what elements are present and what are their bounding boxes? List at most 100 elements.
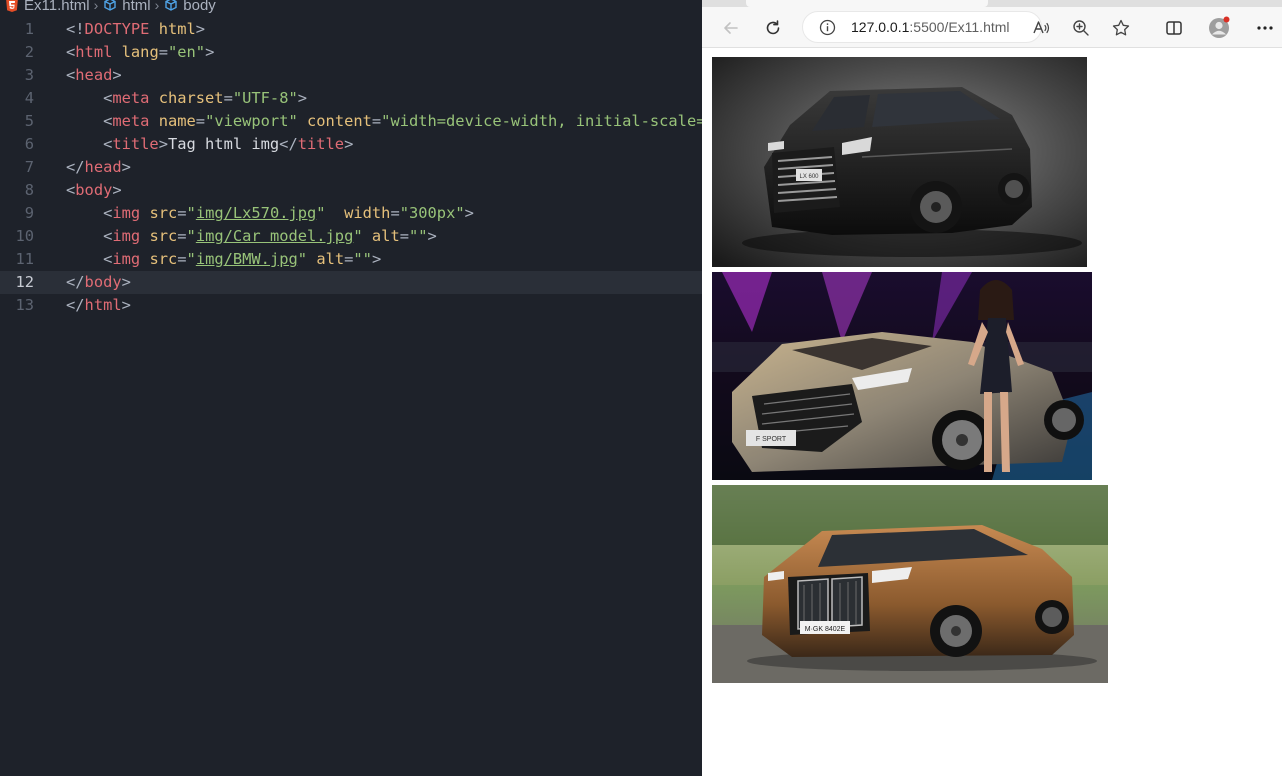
code-line[interactable]: 10 <img src="img/Car model.jpg" alt=""> (0, 225, 702, 248)
code-token: title (112, 135, 159, 153)
code-line[interactable]: 7 </head> (0, 156, 702, 179)
code-token: head (75, 66, 113, 84)
code-line[interactable]: 2 <html lang="en"> (0, 41, 702, 64)
code-token: </ (279, 135, 298, 153)
lexus-rx-photo: F SPORT (712, 272, 1092, 480)
code-token: > (195, 20, 206, 38)
code-token: src (149, 250, 178, 268)
code-token: alt (316, 250, 345, 268)
code-token: > (121, 273, 131, 291)
favorite-button[interactable] (1108, 15, 1134, 41)
line-source: <html lang="en"> (66, 41, 214, 64)
browser-toolbar: 127.0.0.1:5500/Ex11.html (702, 7, 1282, 48)
code-token: > (205, 43, 215, 61)
code-token: <! (66, 20, 85, 38)
code-line[interactable]: 11 <img src="img/BMW.jpg" alt=""> (0, 248, 702, 271)
more-icon (1257, 26, 1273, 30)
code-token: </ (66, 273, 85, 291)
code-token: "" (353, 250, 372, 268)
active-tab[interactable] (746, 0, 988, 7)
code-editor[interactable]: Ex11.html › html › body 1 <!DOCTYPE html>… (0, 0, 702, 776)
line-number: 11 (15, 250, 34, 268)
code-line[interactable]: 8 <body> (0, 179, 702, 202)
code-line[interactable]: 1 <!DOCTYPE html> (0, 18, 702, 41)
code-token: alt (371, 227, 400, 245)
code-token: img/BMW.jpg (195, 250, 298, 268)
code-token: = (344, 250, 354, 268)
back-button[interactable] (718, 15, 744, 41)
code-token: html (158, 20, 196, 38)
code-token: = (390, 204, 400, 222)
code-token: < (66, 135, 113, 153)
line-source: </body> (66, 271, 131, 294)
element-cube-icon (165, 0, 177, 11)
code-line[interactable]: 5 <meta name="viewport" content="width=d… (0, 110, 702, 133)
zoom-button[interactable] (1068, 15, 1094, 41)
profile-avatar-icon (1209, 16, 1230, 38)
code-token: > (121, 296, 131, 314)
line-source: </html> (66, 294, 131, 317)
favorite-star-icon (1112, 19, 1130, 36)
address-bar[interactable]: 127.0.0.1:5500/Ex11.html (802, 11, 1042, 43)
code-token: " (316, 204, 326, 222)
code-token: = (195, 112, 206, 130)
line-number: 10 (15, 227, 34, 245)
breadcrumb-file[interactable]: Ex11.html (0, 0, 90, 14)
code-line[interactable]: 13 </html> (0, 294, 702, 317)
code-token: Tag html img (167, 135, 280, 153)
code-token: DOCTYPE (84, 20, 150, 38)
code-token: < (66, 89, 113, 107)
code-line[interactable]: 3 <head> (0, 64, 702, 87)
split-screen-icon (1166, 21, 1182, 35)
code-line[interactable]: 4 <meta charset="UTF-8"> (0, 87, 702, 110)
breadcrumb-body[interactable]: body (163, 0, 216, 14)
info-icon[interactable] (819, 19, 836, 36)
line-source: <title>Tag html img</title> (66, 133, 353, 156)
line-source: <img src="img/Lx570.jpg" width="300px"> (66, 202, 474, 225)
bmw-plate-text: M·GK 8402E (805, 626, 846, 633)
code-token: body (75, 181, 113, 199)
profile-button[interactable] (1206, 15, 1232, 41)
line-source: <body> (66, 179, 122, 202)
breadcrumb-html-label: html (122, 0, 151, 14)
code-token: title (297, 135, 345, 153)
code-lines[interactable]: 1 <!DOCTYPE html> 2 <html lang="en"> 3 <head>… (0, 18, 702, 317)
code-token: meta (112, 112, 150, 130)
code-token: width (344, 204, 391, 222)
code-token: > (371, 250, 382, 268)
code-token: img (112, 204, 141, 222)
refresh-icon (766, 20, 780, 35)
line-number: 6 (24, 135, 34, 153)
read-aloud-button[interactable] (1028, 15, 1054, 41)
page-viewport[interactable]: LX 600 F SPORT M·GK 8402E (702, 48, 1282, 776)
breadcrumb-html[interactable]: html (102, 0, 151, 14)
code-token: lang (121, 43, 159, 61)
url-text[interactable]: 127.0.0.1:5500/Ex11.html (851, 12, 1010, 42)
code-token: < (66, 112, 113, 130)
code-token: meta (112, 89, 150, 107)
code-line[interactable]: 9 <img src="img/Lx570.jpg" width="300px"… (0, 202, 702, 225)
code-token: </ (66, 296, 85, 314)
code-token: head (84, 158, 122, 176)
code-token: " (186, 204, 196, 222)
line-number: 9 (24, 204, 34, 222)
line-number: 5 (24, 112, 34, 130)
split-screen-button[interactable] (1161, 15, 1187, 41)
more-button[interactable] (1252, 15, 1278, 41)
code-token: = (223, 89, 233, 107)
refresh-button[interactable] (760, 15, 786, 41)
code-token: </ (66, 158, 85, 176)
code-line[interactable]: 6 <title>Tag html img</title> (0, 133, 702, 156)
url-path: :5500/Ex11.html (909, 19, 1010, 35)
line-number: 8 (24, 181, 34, 199)
lx-plate-text: LX 600 (799, 174, 819, 180)
code-token: "UTF-8" (232, 89, 298, 107)
code-token: > (112, 66, 122, 84)
code-line[interactable]: 12 </body> (0, 271, 702, 294)
code-token: img (112, 250, 141, 268)
